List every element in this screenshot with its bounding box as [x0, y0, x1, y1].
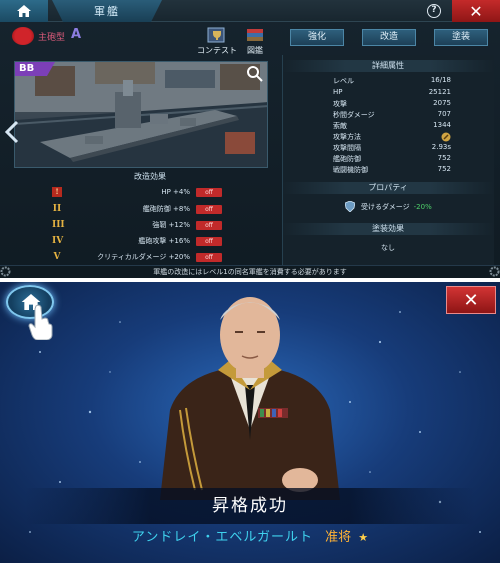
stat-label: 艦砲防御: [333, 155, 361, 163]
home-icon: [17, 5, 31, 17]
modification-text: HP +4%: [161, 188, 190, 196]
off-status-badge: off: [196, 252, 222, 262]
stat-value: 752: [437, 154, 451, 162]
stat-label: 攻撃方法: [333, 133, 361, 141]
previous-ship-arrow-icon[interactable]: [4, 120, 20, 144]
level-badge: III: [52, 220, 65, 230]
shell-icon: [441, 132, 451, 142]
encyclopedia-button[interactable]: 図鑑: [238, 26, 272, 56]
officer-rank: 准将: [325, 530, 352, 545]
officer-portrait: [160, 297, 340, 500]
off-status-badge: off: [196, 204, 222, 214]
modification-row: V クリティカルダメージ +20% off: [52, 251, 222, 263]
modify-button[interactable]: 改造: [362, 29, 416, 46]
stat-value: 2075: [433, 99, 451, 107]
nation-flag-icon: [12, 27, 34, 45]
modification-header: 改造効果: [134, 172, 166, 181]
contest-button[interactable]: コンテスト: [195, 26, 239, 56]
stat-label: 戦闘機防御: [333, 166, 368, 174]
officer-name: アンドレイ・エベルガールト: [131, 530, 313, 545]
stat-label: 秒間ダメージ: [333, 111, 375, 119]
stat-label: 索敵: [333, 122, 347, 130]
modification-row: III 強靭 +12% off: [52, 219, 222, 231]
property-header: プロパティ: [282, 182, 494, 194]
stat-label: レベル: [333, 77, 354, 85]
close-button[interactable]: ✕: [452, 0, 500, 22]
off-status-badge: off: [196, 187, 222, 197]
page-title: 軍艦: [94, 5, 120, 18]
stat-row: レベル 16/18: [333, 76, 451, 86]
officer-info: アンドレイ・エベルガールト 准将 ★: [0, 526, 500, 545]
stat-row: 攻撃方法: [333, 132, 451, 142]
level-badge: II: [52, 204, 62, 214]
stat-row: 攻撃 2075: [333, 99, 451, 109]
level-badge: IV: [52, 236, 64, 246]
modification-row: II 艦砲防御 +8% off: [52, 203, 222, 215]
top-bar: 軍艦 ? ✕: [0, 0, 500, 22]
modification-row: IV 艦砲攻撃 +16% off: [52, 235, 222, 247]
modification-text: 強靭 +12%: [152, 221, 190, 229]
stat-label: 攻撃間隔: [333, 144, 361, 152]
ship-illustration: [15, 62, 267, 167]
stat-value: 2.93s: [431, 143, 451, 151]
close-icon: ✕: [463, 289, 479, 311]
stat-label: HP: [333, 88, 343, 96]
property-label: 受けるダメージ: [361, 202, 410, 211]
promotion-screen: ✕ 昇格成功 アンドレイ・エベルガールト 准将 ★: [0, 282, 500, 563]
gear-icon: [489, 266, 500, 277]
contest-label: コンテスト: [197, 46, 237, 55]
off-status-badge: off: [196, 236, 222, 246]
strengthen-button[interactable]: 強化: [290, 29, 344, 46]
gear-icon: [0, 266, 11, 277]
property-row: 受けるダメージ -20%: [345, 201, 432, 212]
stat-value: 1344: [433, 121, 451, 129]
modification-text: 艦砲防御 +8%: [142, 205, 190, 213]
level-badge: V: [53, 252, 61, 262]
stat-row: 秒間ダメージ 707: [333, 110, 451, 120]
stat-row: 攻撃間隔 2.93s: [333, 143, 451, 153]
book-icon: [247, 29, 263, 41]
ship-type-label: 主砲型: [38, 33, 66, 43]
close-button[interactable]: ✕: [446, 286, 496, 314]
trophy-icon: [207, 27, 225, 43]
promotion-title: 昇格成功: [212, 496, 288, 516]
warship-detail-panel: 軍艦 ? ✕ 主砲型 A コンテスト 図鑑 BB 改造効果 ! HP +4% o…: [0, 0, 500, 278]
zoom-icon[interactable]: [246, 65, 264, 83]
promotion-banner: 昇格成功: [0, 488, 500, 524]
home-button[interactable]: [0, 0, 48, 22]
level-badge: !: [52, 187, 62, 197]
shield-icon: [345, 201, 355, 212]
stat-row: HP 25121: [333, 88, 451, 98]
stat-value: 707: [437, 110, 451, 118]
modification-row: ! HP +4% off: [52, 186, 222, 198]
pointing-hand-icon: [28, 304, 53, 340]
stat-value: 16/18: [430, 76, 451, 84]
stat-value: 25121: [428, 88, 451, 96]
stat-row: 艦砲防御 752: [333, 154, 451, 164]
title-tab: 軍艦: [52, 0, 162, 22]
paint-button[interactable]: 塗装: [434, 29, 488, 46]
ship-preview-image: BB: [14, 61, 268, 168]
modification-text: 艦砲攻撃 +16%: [138, 237, 190, 245]
details-header: 詳細属性: [282, 60, 494, 72]
close-icon: ✕: [469, 1, 483, 21]
coating-value: なし: [381, 244, 395, 252]
encyclopedia-label: 図鑑: [247, 46, 263, 55]
stat-row: 戦闘機防御 752: [333, 165, 451, 175]
property-value: -20%: [413, 202, 432, 211]
help-button[interactable]: ?: [427, 4, 441, 18]
modification-text: クリティカルダメージ +20%: [97, 253, 190, 261]
star-icon: ★: [358, 531, 369, 544]
stat-value: 752: [437, 165, 451, 173]
off-status-badge: off: [196, 220, 222, 230]
footer-note: 軍艦の改造にはレベル1の同名軍艦を消費する必要があります: [0, 265, 500, 278]
stat-label: 攻撃: [333, 100, 347, 108]
stat-row: 索敵 1344: [333, 121, 451, 131]
coating-header: 塗装効果: [282, 223, 494, 235]
ship-rank: A: [71, 27, 82, 42]
